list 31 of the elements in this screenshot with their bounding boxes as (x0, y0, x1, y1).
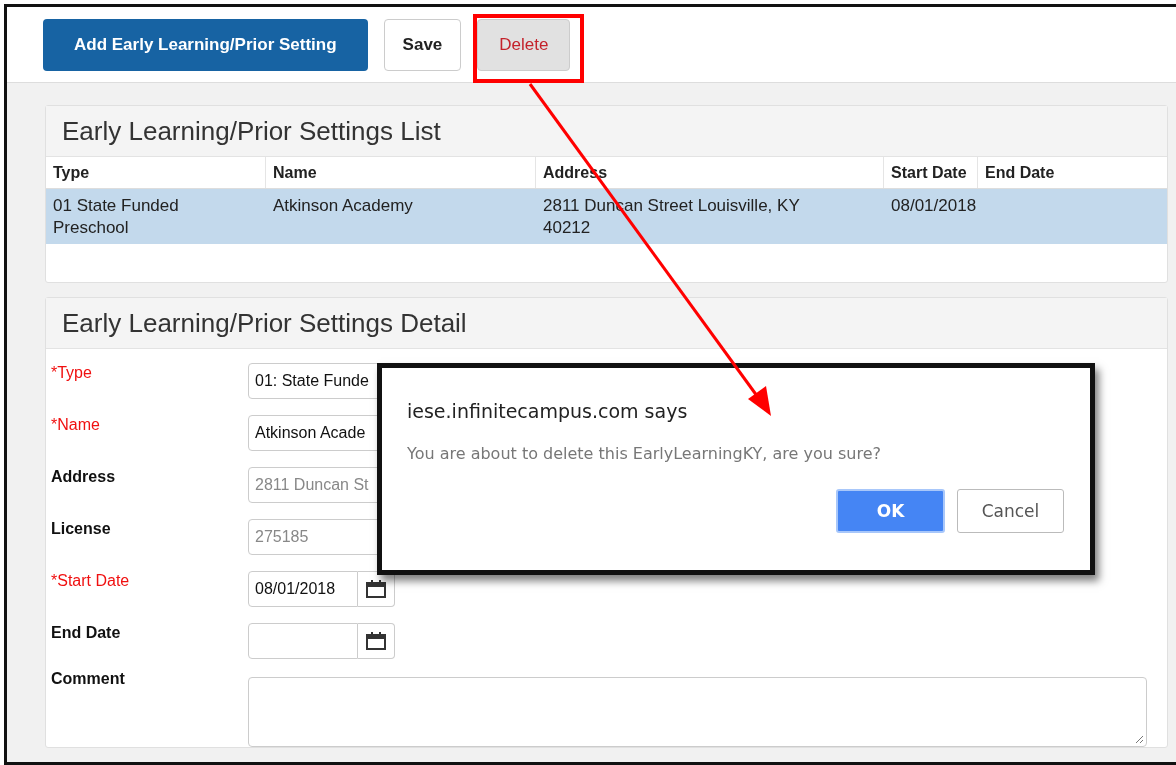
field-label: *Start Date (51, 572, 130, 589)
calendar-icon (365, 631, 387, 651)
comment-field[interactable] (248, 677, 1147, 747)
column-header[interactable]: Type (46, 157, 266, 188)
panel-title: Early Learning/Prior Settings Detail (62, 307, 467, 339)
delete-button[interactable]: Delete (477, 18, 571, 71)
field-label: *Name (51, 416, 100, 433)
field-label: *Type (51, 364, 92, 381)
panel-title: Early Learning/Prior Settings List (62, 115, 441, 147)
dialog-title: iese.infinitecampus.com says (407, 400, 688, 422)
save-button[interactable]: Save (383, 18, 462, 71)
column-header[interactable]: Name (266, 157, 536, 188)
resize-grip-icon[interactable] (1134, 734, 1144, 744)
field-label: License (51, 520, 111, 537)
cancel-button[interactable]: Cancel (957, 489, 1064, 533)
date-field[interactable]: 08/01/2018 (248, 571, 358, 607)
date-field[interactable] (248, 623, 358, 659)
ok-button[interactable]: OK (836, 489, 945, 533)
field-label: Comment (51, 670, 125, 687)
column-header[interactable]: Start Date (884, 157, 978, 188)
table-cell: Atkinson Academy (273, 195, 413, 217)
field-label: Address (51, 468, 116, 485)
table-cell-text: 01 State Funded Preschool (53, 195, 180, 239)
column-header[interactable]: End Date (978, 157, 1055, 188)
calendar-button[interactable] (358, 571, 395, 607)
dialog-message: You are about to delete this EarlyLearningKY, are you sure? (407, 444, 881, 463)
calendar-icon (365, 579, 387, 599)
calendar-button[interactable] (358, 623, 395, 659)
add-button[interactable]: Add Early Learning/Prior Setting (43, 18, 368, 71)
field-label: End Date (51, 624, 121, 641)
table-cell: 08/01/2018 (891, 195, 977, 217)
